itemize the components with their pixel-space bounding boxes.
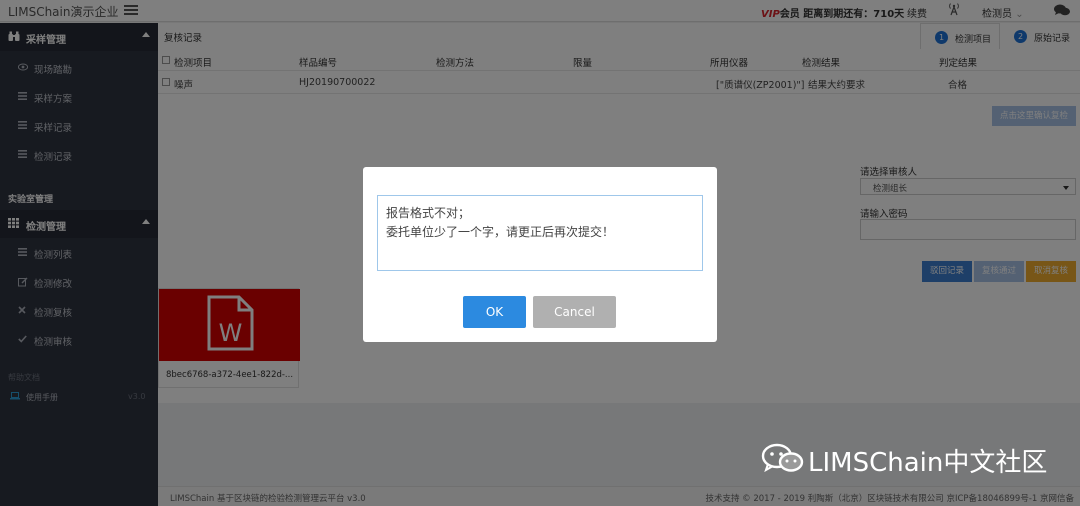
wechat-watermark: LIMSChain中文社区 [760,441,1060,478]
wechat-icon [761,443,804,473]
cancel-button[interactable]: Cancel [533,296,616,328]
reject-reason-dialog: OK Cancel [363,167,717,342]
watermark-text: LIMSChain中文社区 [808,448,1048,478]
reason-textarea[interactable] [377,195,703,271]
ok-button[interactable]: OK [463,296,526,328]
